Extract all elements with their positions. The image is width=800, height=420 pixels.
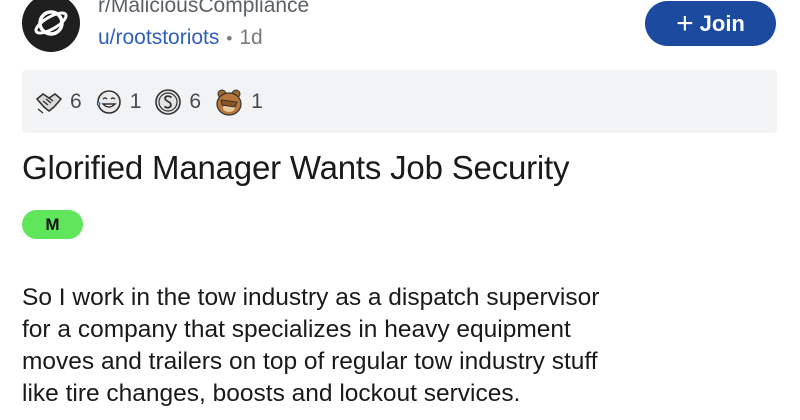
post-title[interactable]: Glorified Manager Wants Job Security xyxy=(22,149,570,187)
body-line: moves and trailers on top of regular tow… xyxy=(22,348,598,375)
award-silver[interactable]: 6 xyxy=(153,87,201,117)
award-count: 1 xyxy=(129,89,142,113)
subreddit-name[interactable]: r/MaliciousCompliance xyxy=(98,0,309,18)
body-line: like tire changes, boosts and lockout se… xyxy=(22,380,521,407)
body-line: for a company that specializes in heavy … xyxy=(22,316,571,343)
plus-icon: + xyxy=(676,6,694,40)
post-body: So I work in the tow industry as a dispa… xyxy=(22,282,792,410)
award-handshake[interactable]: 6 xyxy=(34,87,82,117)
handshake-award-icon xyxy=(35,92,63,114)
award-facepalm[interactable]: 1 xyxy=(213,87,263,117)
post-time: 1d xyxy=(239,26,263,49)
facepalm-award-icon xyxy=(216,89,242,116)
award-count: 6 xyxy=(189,89,202,113)
body-line: So I work in the tow industry as a dispa… xyxy=(22,284,600,311)
post-meta: u/rootstoriots • 1d xyxy=(98,26,263,50)
award-count: 6 xyxy=(70,89,82,113)
subreddit-avatar[interactable] xyxy=(22,0,80,52)
tears-of-joy-award-icon xyxy=(96,89,121,114)
planet-icon xyxy=(34,10,68,36)
meta-separator: • xyxy=(226,29,233,48)
award-tears-of-joy[interactable]: 1 xyxy=(94,87,142,117)
awards-bar: 6 1 6 1 xyxy=(22,70,777,133)
join-button-label: Join xyxy=(699,10,745,36)
award-count: 1 xyxy=(251,89,263,113)
author-link[interactable]: u/rootstoriots xyxy=(98,26,219,49)
post-flair[interactable]: M xyxy=(22,210,83,239)
join-button[interactable]: + Join xyxy=(645,1,776,46)
silver-award-icon xyxy=(155,88,182,115)
